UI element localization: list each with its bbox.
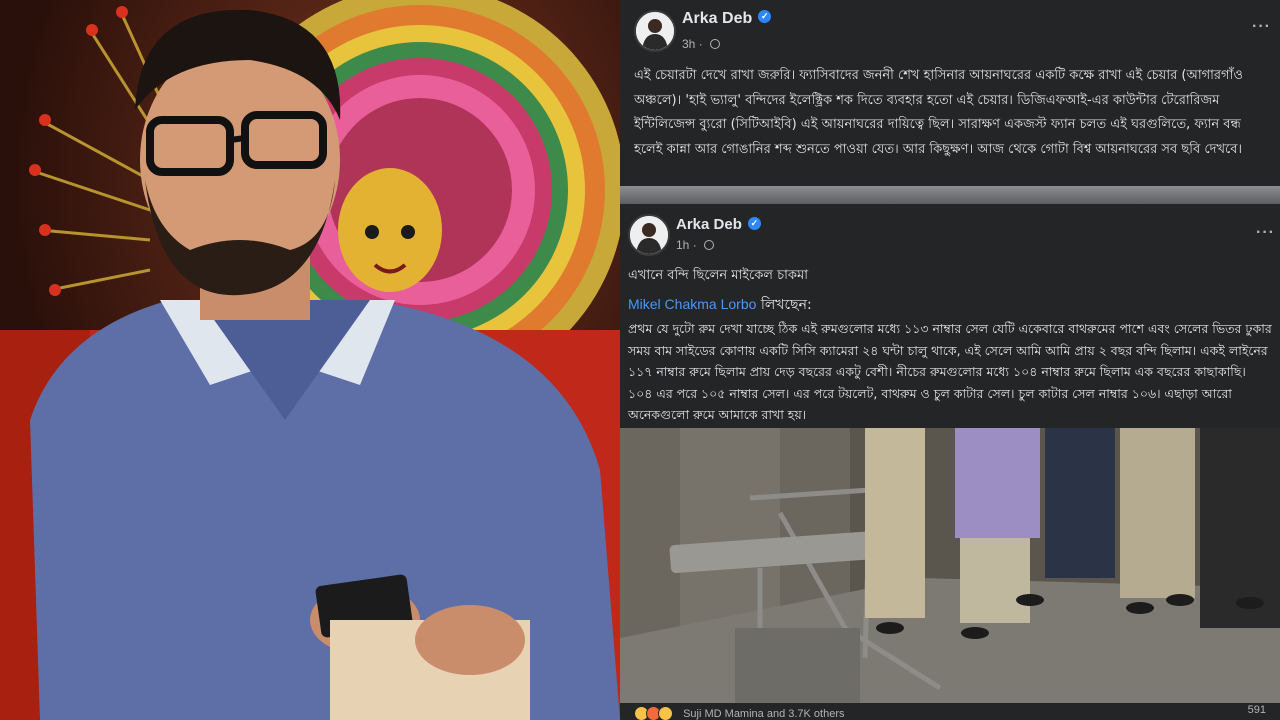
reactions-text[interactable]: Suji MD Mamina and 3.7K others (683, 708, 844, 720)
reactions-bar[interactable]: Suji MD Mamina and 3.7K others 591 (620, 703, 1280, 720)
mention-line: Mikel Chakma Lorbo লিখছেন: (628, 293, 812, 317)
divider (620, 186, 1280, 204)
author-name[interactable]: Arka Deb ✓ (676, 216, 761, 233)
mention-link[interactable]: Mikel Chakma Lorbo (628, 296, 756, 312)
post-meta: 1h · (676, 238, 715, 252)
cell-room-photo (620, 428, 1280, 703)
verified-badge-icon: ✓ (758, 10, 772, 24)
post-2-text: প্রথম যে দুটো রুম দেখা যাচ্ছে ঠিক এই রুম… (628, 321, 1272, 422)
facebook-screenshots: Arka Deb ✓ 3h · ··· এই চেয়ারটা দেখে রাখা… (620, 0, 1280, 720)
post-time[interactable]: 3h (682, 37, 695, 51)
post-2-photo[interactable] (620, 428, 1280, 703)
globe-icon (704, 239, 715, 250)
author-name-text[interactable]: Arka Deb (676, 216, 742, 233)
mention-suffix: লিখছেন: (760, 297, 812, 313)
portrait-photo (0, 0, 620, 720)
reactions-count[interactable]: 591 (1248, 704, 1266, 716)
author-avatar[interactable] (628, 214, 670, 256)
author-name-text[interactable]: Arka Deb (682, 10, 752, 27)
post-2: Arka Deb ✓ 1h · ··· এখানে বন্দি ছিলেন মাই… (620, 204, 1280, 428)
reaction-emoji-icon (634, 703, 673, 720)
globe-icon (710, 38, 721, 49)
post-time[interactable]: 1h (676, 238, 689, 252)
author-avatar[interactable] (634, 10, 676, 52)
more-options-icon[interactable]: ··· (1256, 224, 1275, 242)
portrait-illustration (0, 0, 620, 720)
verified-badge-icon: ✓ (747, 216, 761, 230)
post-1-text: এই চেয়ারটা দেখে রাখা জরুরি। ফ্যাসিবাদের… (634, 68, 1243, 157)
author-name[interactable]: Arka Deb ✓ (682, 10, 772, 28)
post-meta: 3h · (682, 37, 721, 51)
post-2-intro: এখানে বন্দি ছিলেন মাইকেল চাকমা (628, 268, 808, 283)
post-1: Arka Deb ✓ 3h · ··· এই চেয়ারটা দেখে রাখা… (620, 0, 1280, 186)
avatar-icon (636, 12, 674, 50)
more-options-icon[interactable]: ··· (1252, 18, 1271, 36)
avatar-icon (630, 216, 668, 254)
